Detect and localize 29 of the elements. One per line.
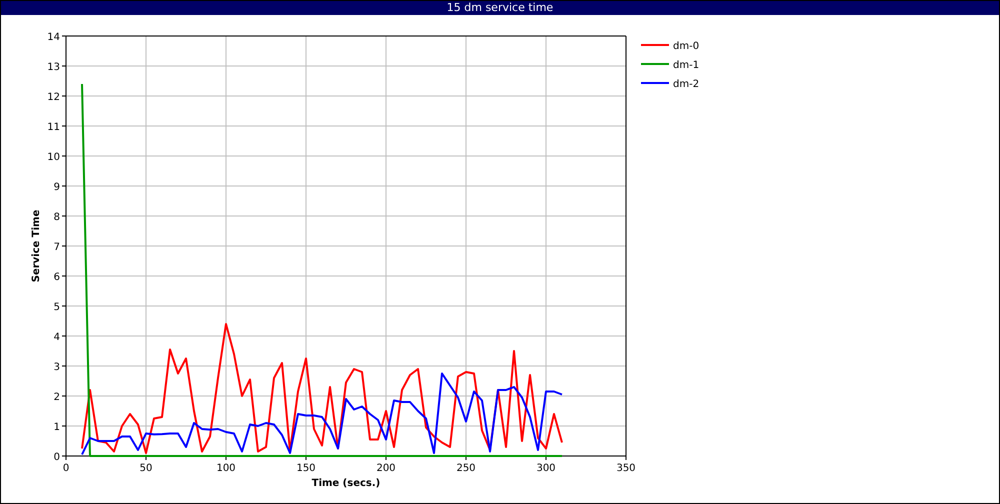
tick-label: 4 [54, 332, 60, 343]
tick-label: 150 [296, 463, 316, 474]
tick-label: 0 [62, 463, 70, 474]
tick-label: 100 [216, 463, 236, 474]
tick-label: 250 [456, 463, 476, 474]
tick-label: 13 [47, 62, 60, 73]
tick-label: 6 [54, 272, 60, 283]
legend-label: dm-1 [673, 60, 700, 71]
tick-label: 5 [54, 302, 60, 313]
tick-label: 11 [47, 122, 60, 133]
axis-title: Service Time [31, 210, 42, 282]
tick-label: 350 [616, 463, 636, 474]
tick-label: 8 [54, 212, 60, 223]
tick-label: 1 [54, 422, 60, 433]
legend-label: dm-0 [673, 41, 700, 52]
tick-label: 12 [47, 92, 60, 103]
tick-label: 0 [54, 452, 60, 463]
tick-label: 14 [47, 32, 60, 43]
tick-label: 9 [54, 182, 60, 193]
tick-label: 3 [54, 362, 60, 373]
tick-label: 50 [140, 463, 152, 474]
tick-label: 200 [376, 463, 396, 474]
legend-label: dm-2 [673, 79, 700, 90]
tick-label: 7 [54, 242, 60, 253]
axis-title: Time (secs.) [312, 478, 380, 489]
tick-label: 300 [536, 463, 556, 474]
tick-label: 10 [47, 152, 60, 163]
tick-label: 2 [54, 392, 60, 403]
chart-title: 15 dm service time [1, 1, 999, 15]
